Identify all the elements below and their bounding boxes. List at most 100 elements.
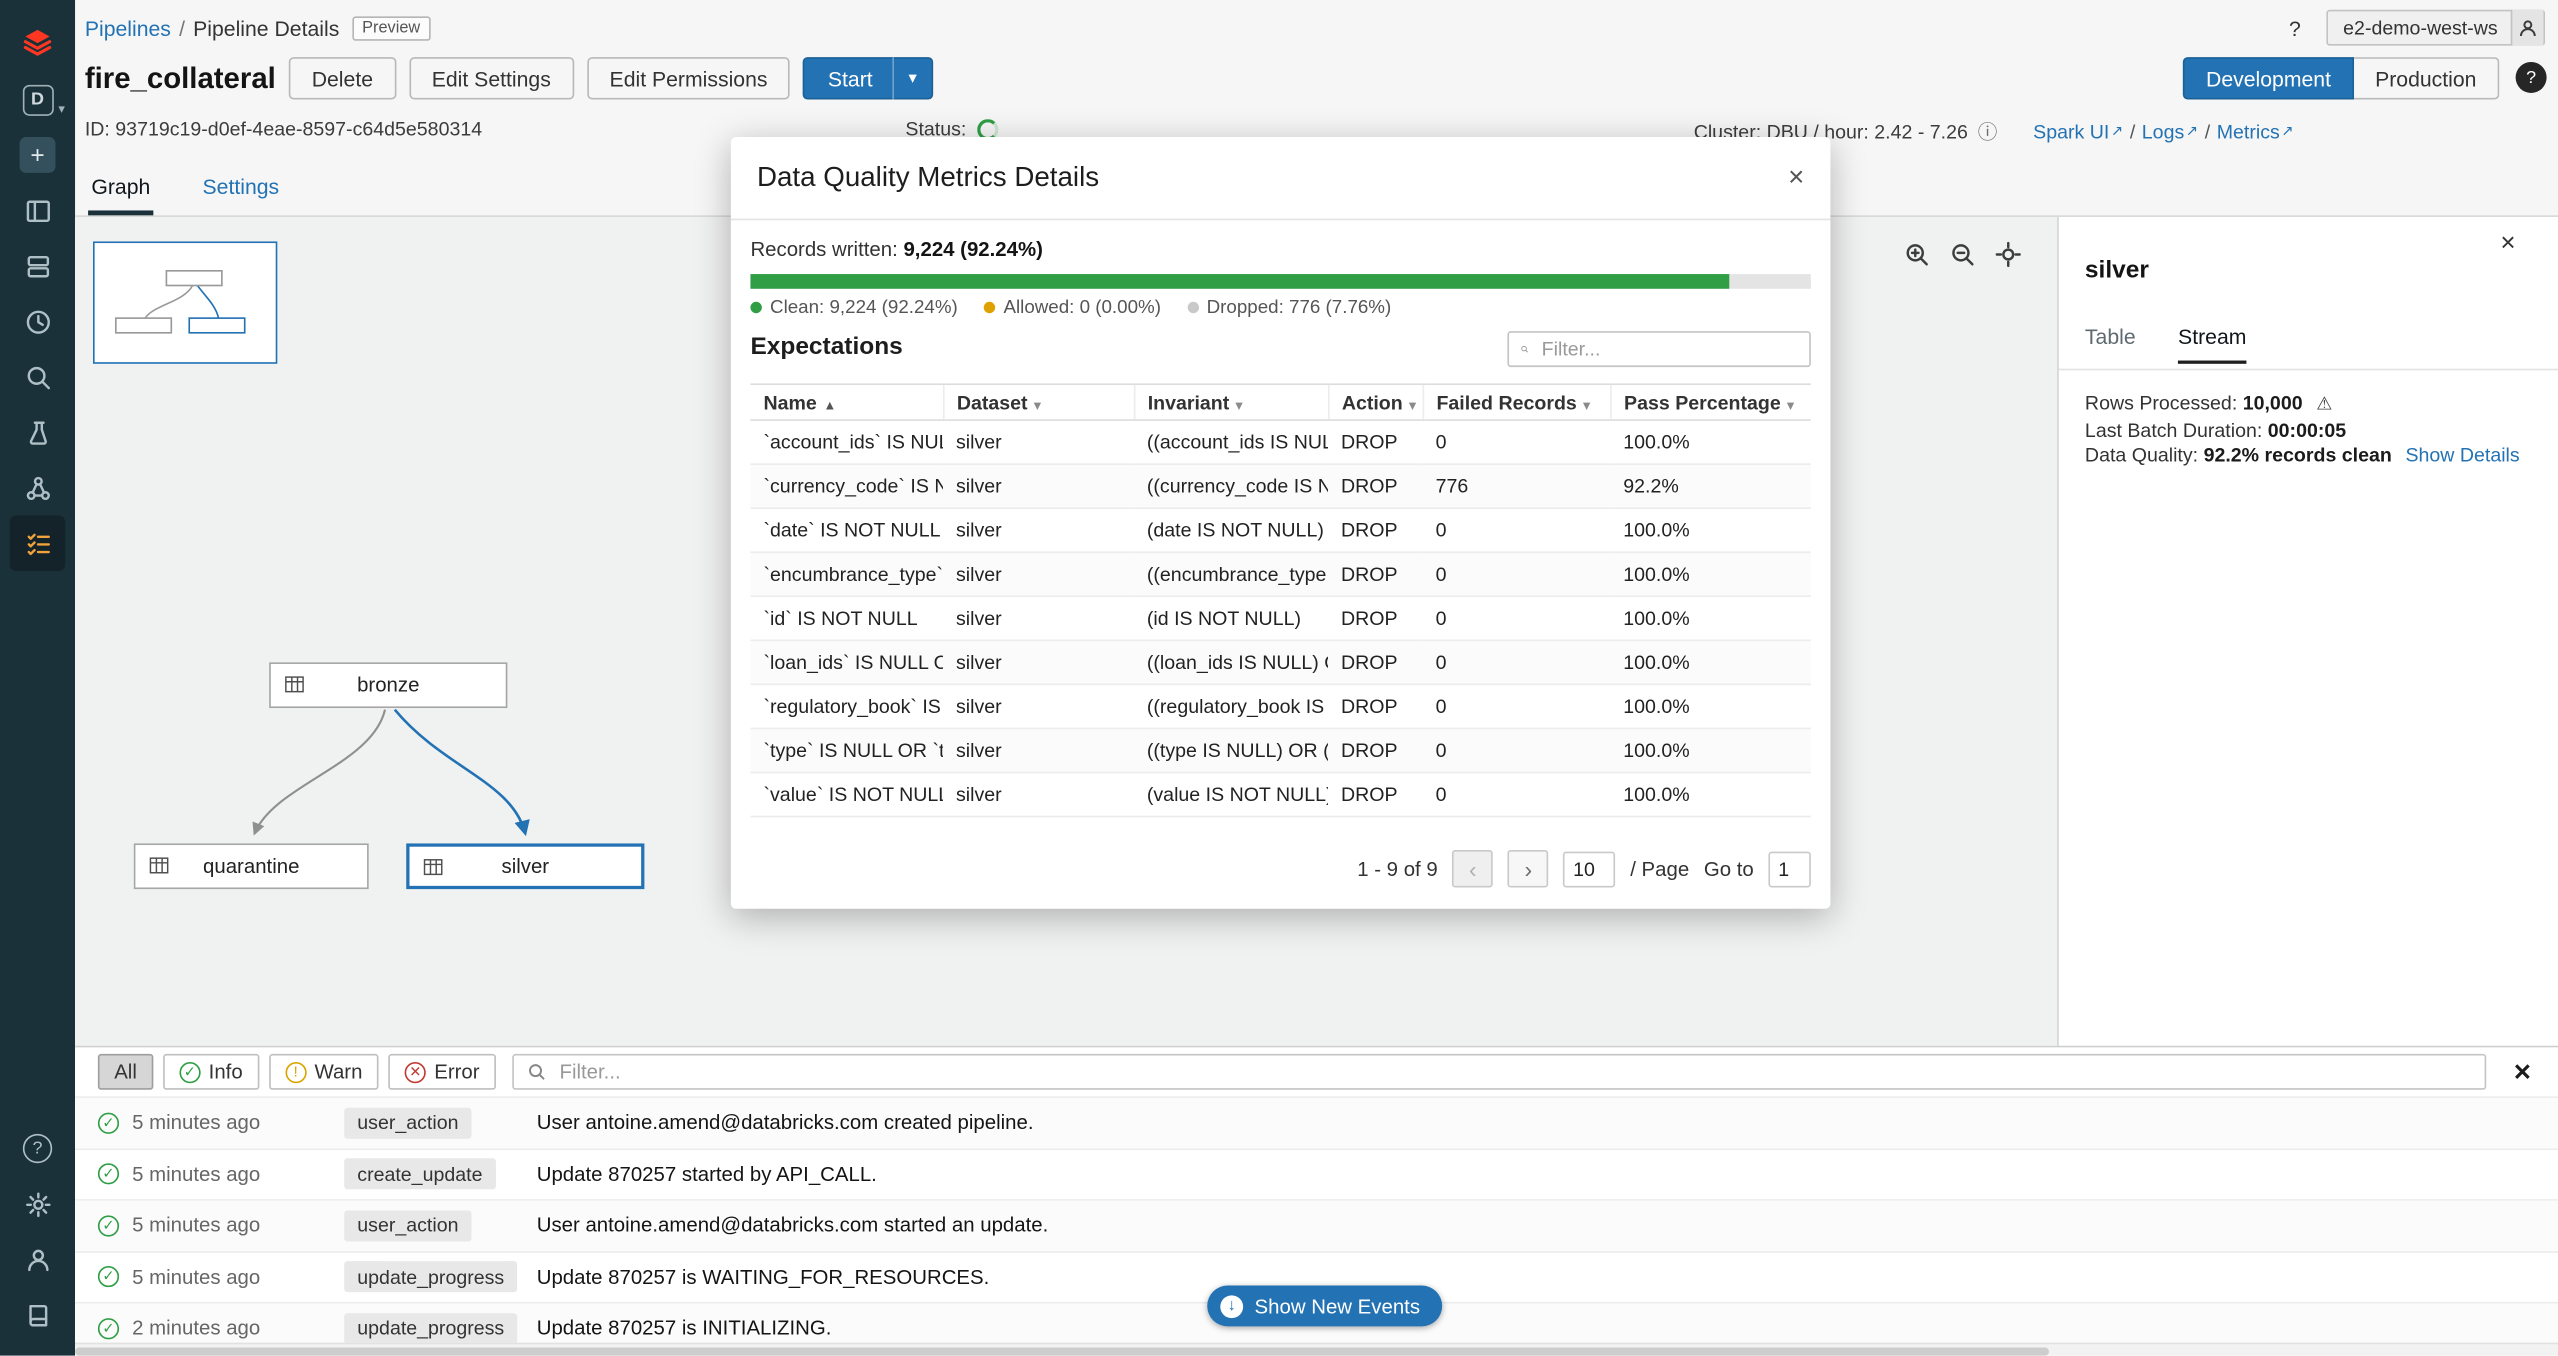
event-message: Update 870257 started by API_CALL. (537, 1163, 2558, 1186)
table-header-row: Name▲ Dataset▾ Invariant▾ Action▾ Failed… (750, 384, 1810, 420)
page-size-input[interactable] (1563, 851, 1615, 887)
logs-link[interactable]: Logs↗ (2142, 120, 2198, 143)
dq-progress-bar (750, 274, 1810, 289)
chevron-down-icon[interactable]: ▾ (894, 69, 932, 87)
graph-minimap[interactable] (93, 241, 277, 363)
info-icon[interactable]: ⓘ (1978, 117, 1998, 145)
workspace-switcher-icon[interactable]: D▾ (10, 72, 65, 127)
filter-info-button[interactable]: ✓Info (163, 1054, 259, 1090)
workspace-selector[interactable]: e2-demo-west-ws (2327, 10, 2545, 46)
sort-asc-icon[interactable]: ▲ (823, 397, 836, 412)
settings-gear-icon[interactable] (10, 1176, 65, 1231)
detail-panel-title: silver (2085, 256, 2149, 284)
development-button[interactable]: Development (2183, 57, 2354, 99)
table-row: `regulatory_book` IS N…silver((regulator… (750, 684, 1810, 728)
create-icon[interactable]: + (10, 127, 65, 182)
recents-icon[interactable] (10, 294, 65, 349)
filter-icon[interactable]: ▾ (1034, 397, 1041, 412)
column-pass-percentage[interactable]: Pass Percentage▾ (1610, 384, 1811, 420)
start-label: Start (805, 66, 892, 90)
filter-error-button[interactable]: ✕Error (389, 1054, 496, 1090)
breadcrumb-pipelines-link[interactable]: Pipelines (85, 15, 171, 39)
detail-panel: × silver Table Stream Rows Processed: 10… (2059, 217, 2558, 1046)
horizontal-scrollbar[interactable] (75, 1343, 2558, 1356)
rows-processed-line: Rows Processed: 10,000 ⚠ (2085, 392, 2520, 419)
production-button[interactable]: Production (2354, 57, 2499, 99)
filter-icon[interactable]: ▾ (1583, 397, 1590, 412)
events-filter-input[interactable] (556, 1059, 2472, 1085)
filter-all-button[interactable]: All (98, 1054, 153, 1090)
account-icon[interactable] (10, 1232, 65, 1287)
table-cell: DROP (1328, 684, 1423, 728)
databricks-logo-icon[interactable] (10, 13, 65, 72)
table-row: `loan_ids` IS NULL OR…silver((loan_ids I… (750, 640, 1810, 684)
help-icon[interactable]: ? (10, 1121, 65, 1176)
tab-table[interactable]: Table (2085, 325, 2136, 364)
close-icon[interactable]: × (1788, 162, 1804, 195)
filter-warn-button[interactable]: !Warn (269, 1054, 379, 1090)
help-menu-button[interactable]: ? (2289, 15, 2301, 39)
zoom-in-icon[interactable] (1904, 241, 1930, 272)
table-cell: `type` IS NULL OR `ty… (750, 728, 943, 772)
prev-page-button[interactable]: ‹ (1452, 850, 1493, 888)
pipelines-icon[interactable] (10, 516, 65, 571)
workspace-icon[interactable] (10, 183, 65, 238)
show-details-link[interactable]: Show Details (2405, 444, 2519, 467)
event-row[interactable]: ✓ 5 minutes ago user_action User antoine… (75, 1098, 2558, 1149)
graph-node-silver[interactable]: silver (406, 843, 644, 889)
tab-settings[interactable]: Settings (199, 160, 282, 215)
event-message: Update 870257 is INITIALIZING. (537, 1317, 2558, 1340)
event-row[interactable]: ✓ 5 minutes ago create_update Update 870… (75, 1149, 2558, 1200)
per-page-label: / Page (1630, 857, 1689, 880)
column-invariant[interactable]: Invariant▾ (1134, 384, 1328, 420)
docs-icon[interactable] (10, 1287, 65, 1342)
fit-view-icon[interactable] (1995, 241, 2021, 272)
column-name[interactable]: Name▲ (750, 384, 943, 420)
show-new-events-button[interactable]: ↓ Show New Events (1207, 1286, 1443, 1327)
close-icon[interactable]: ✕ (2513, 1058, 2532, 1086)
graph-node-quarantine[interactable]: quarantine (134, 843, 369, 889)
search-icon (527, 1062, 547, 1082)
filter-icon[interactable]: ▾ (1236, 397, 1243, 412)
dq-progress-fill (750, 274, 1728, 289)
expectations-filter-input[interactable] (1538, 336, 1797, 362)
start-button[interactable]: Start ▾ (803, 57, 933, 99)
search-icon[interactable] (10, 349, 65, 404)
scrollbar-thumb[interactable] (75, 1347, 2049, 1355)
spark-ui-link[interactable]: Spark UI↗ (2033, 120, 2123, 143)
graph-node-bronze[interactable]: bronze (269, 662, 507, 708)
tab-graph[interactable]: Graph (88, 160, 153, 215)
goto-page-input[interactable] (1768, 851, 1810, 887)
table-cell: DROP (1328, 728, 1423, 772)
column-failed-records[interactable]: Failed Records▾ (1423, 384, 1611, 420)
event-type-badge: update_progress (344, 1261, 517, 1292)
experiments-icon[interactable] (10, 405, 65, 460)
event-row[interactable]: ✓ 5 minutes ago user_action User antoine… (75, 1201, 2558, 1252)
help-beacon-button[interactable]: ? (2516, 62, 2547, 93)
close-icon[interactable]: × (2500, 230, 2515, 259)
table-cell: 100.0% (1610, 596, 1811, 640)
delete-button[interactable]: Delete (289, 57, 396, 99)
next-page-button[interactable]: › (1508, 850, 1549, 888)
table-cell: 0 (1423, 596, 1611, 640)
external-link-icon: ↗ (2281, 122, 2293, 138)
filter-icon[interactable]: ▾ (1787, 397, 1794, 412)
tab-stream[interactable]: Stream (2178, 325, 2246, 364)
table-cell: 100.0% (1610, 640, 1811, 684)
table-row: `currency_code` IS N…silver((currency_co… (750, 464, 1810, 508)
models-icon[interactable] (10, 460, 65, 515)
edit-settings-button[interactable]: Edit Settings (409, 57, 574, 99)
expectations-title: Expectations (750, 333, 902, 361)
table-cell: ((currency_code IS N… (1134, 464, 1328, 508)
pagination-range: 1 - 9 of 9 (1357, 857, 1437, 880)
column-dataset[interactable]: Dataset▾ (943, 384, 1134, 420)
legend-dropped: Dropped: 776 (7.76%) (1187, 299, 1391, 319)
event-message: User antoine.amend@databricks.com starte… (537, 1214, 2558, 1237)
metrics-link[interactable]: Metrics↗ (2217, 120, 2294, 143)
zoom-out-icon[interactable] (1950, 241, 1976, 272)
compute-icon[interactable] (10, 238, 65, 293)
column-action[interactable]: Action▾ (1328, 384, 1423, 420)
filter-icon[interactable]: ▾ (1409, 397, 1416, 412)
last-batch-line: Last Batch Duration: 00:00:05 (2085, 418, 2520, 443)
edit-permissions-button[interactable]: Edit Permissions (587, 57, 791, 99)
